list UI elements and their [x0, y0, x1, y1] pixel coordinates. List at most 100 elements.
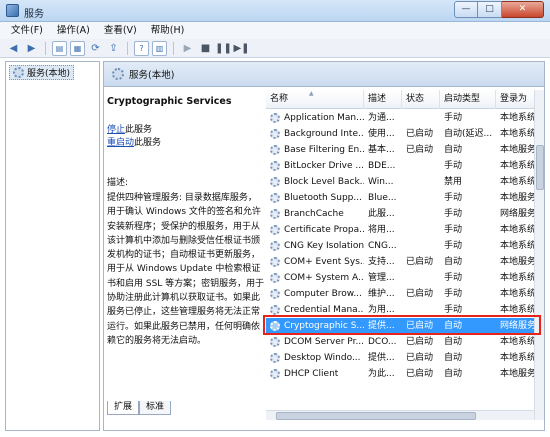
- stop-service-link[interactable]: 停止: [107, 125, 125, 135]
- cell-status: 已启动: [406, 369, 434, 379]
- cell-logon: 本地服务: [500, 257, 535, 267]
- table-row[interactable]: Application Man... 为通... 手动 本地系统: [266, 110, 535, 126]
- cell-status: 已启动: [406, 353, 434, 363]
- close-button[interactable]: ✕: [502, 1, 544, 18]
- cell-description: BDE...: [368, 161, 396, 171]
- restart-service-link[interactable]: 重启动: [107, 138, 134, 148]
- tree-item-services-local[interactable]: 服务(本地): [9, 65, 75, 80]
- stop-service-row: 停止此服务: [107, 124, 265, 137]
- table-row[interactable]: Bluetooth Supp... Blue... 手动 本地服务: [266, 190, 535, 206]
- service-gear-icon: [270, 257, 280, 267]
- cell-logon: 本地系统: [500, 225, 535, 235]
- cell-logon: 本地系统: [500, 289, 535, 299]
- cell-logon: 本地系统: [500, 177, 535, 187]
- forward-arrow-icon[interactable]: ▶: [24, 41, 39, 56]
- cell-logon: 本地系统: [500, 353, 535, 363]
- cell-description: 维护...: [368, 289, 395, 299]
- cell-logon: 本地服务: [500, 369, 535, 379]
- column-header-name[interactable]: 名称: [266, 90, 364, 109]
- cell-name: DCOM Server Pr...: [284, 337, 364, 347]
- menu-file[interactable]: 文件(F): [4, 22, 50, 39]
- cell-startup-type: 手动: [444, 193, 463, 203]
- table-row[interactable]: CNG Key Isolation CNG... 手动 本地系统: [266, 238, 535, 254]
- service-gear-icon: [270, 145, 280, 155]
- table-row[interactable]: BitLocker Drive ... BDE... 手动 本地系统: [266, 158, 535, 174]
- pause-icon[interactable]: ❚❚: [215, 41, 232, 56]
- service-gear-icon: [270, 225, 280, 235]
- table-row[interactable]: COM+ Event Sys... 支持... 已启动 自动 本地服务: [266, 254, 535, 270]
- console-tree-icon[interactable]: ▤: [52, 40, 67, 56]
- menu-help[interactable]: 帮助(H): [144, 22, 192, 39]
- cell-status: [406, 206, 440, 222]
- menu-action[interactable]: 操作(A): [50, 22, 97, 39]
- tab-standard[interactable]: 标准: [139, 401, 172, 415]
- table-row[interactable]: Desktop Windo... 提供... 已启动 自动 本地系统: [266, 350, 535, 366]
- scrollbar-thumb[interactable]: [536, 145, 544, 190]
- table-row[interactable]: Base Filtering En... 基本... 已启动 自动 本地服务: [266, 142, 535, 158]
- table-row[interactable]: DCOM Server Pr... DCO... 已启动 自动 本地系统: [266, 334, 535, 350]
- toolbar-separator: [45, 41, 46, 55]
- column-header-logon[interactable]: 登录为: [496, 90, 535, 109]
- cell-startup-type: 手动: [444, 225, 463, 235]
- table-row[interactable]: Credential Mana... 为用... 手动 本地系统: [266, 302, 535, 318]
- cell-name: Certificate Propa...: [284, 225, 364, 235]
- help-icon[interactable]: ?: [134, 40, 149, 56]
- cell-logon: 网络服务: [500, 321, 535, 331]
- scrollbar-thumb[interactable]: [276, 412, 476, 420]
- start-icon[interactable]: ▶: [180, 41, 195, 56]
- table-row[interactable]: Certificate Propa... 将用... 手动 本地系统: [266, 222, 535, 238]
- maximize-button[interactable]: □: [478, 1, 502, 18]
- cell-name: Computer Brow...: [284, 289, 362, 299]
- cell-logon: 本地系统: [500, 273, 535, 283]
- toolbar-separator: [127, 41, 128, 55]
- services-pane: 服务(本地) Cryptographic Services 停止此服务 重启动此…: [103, 61, 545, 431]
- service-gear-icon: [270, 241, 280, 251]
- table-row[interactable]: Computer Brow... 维护... 已启动 手动 本地系统: [266, 286, 535, 302]
- cell-startup-type: 手动: [444, 161, 463, 171]
- back-arrow-icon[interactable]: ◀: [6, 41, 21, 56]
- table-row[interactable]: Block Level Back... Win... 禁用 本地系统: [266, 174, 535, 190]
- tree-item-label: 服务(本地): [27, 69, 71, 79]
- export-icon[interactable]: ⇪: [106, 41, 121, 56]
- service-gear-icon: [270, 209, 280, 219]
- cell-logon: 本地系统: [500, 337, 535, 347]
- table-row[interactable]: DHCP Client 为此... 已启动 自动 本地服务: [266, 366, 535, 382]
- panel-icon[interactable]: ▥: [152, 40, 167, 56]
- menu-view[interactable]: 查看(V): [97, 22, 144, 39]
- service-gear-icon: [270, 353, 280, 363]
- service-gear-icon: [270, 129, 280, 139]
- cell-status: 已启动: [406, 257, 434, 267]
- service-gear-icon: [270, 193, 280, 203]
- cell-status: 已启动: [406, 337, 434, 347]
- refresh-icon[interactable]: ⟳: [88, 41, 103, 56]
- table-row[interactable]: Cryptographic S... 提供... 已启动 自动 网络服务: [266, 318, 535, 334]
- description-text: 提供四种管理服务: 目录数据库服务，用于确认 Windows 文件的签名和允许安…: [107, 193, 265, 346]
- stop-icon[interactable]: ■: [198, 41, 213, 56]
- properties-icon[interactable]: ▦: [70, 40, 85, 56]
- vertical-scrollbar[interactable]: [534, 90, 544, 420]
- table-row[interactable]: BranchCache 此服... 手动 网络服务: [266, 206, 535, 222]
- minimize-button[interactable]: —: [454, 1, 478, 18]
- cell-startup-type: 自动: [444, 321, 463, 331]
- services-list: 名称 ▲ 描述 状态 启动类型 登录为 Application Man... 为通…: [266, 90, 545, 410]
- restart-icon[interactable]: ▶❚: [233, 41, 249, 56]
- title-bar[interactable]: 服务 — □ ✕: [0, 0, 550, 22]
- cell-logon: 本地系统: [500, 161, 535, 171]
- restart-suffix: 此服务: [134, 138, 162, 148]
- table-row[interactable]: COM+ System A... 管理... 手动 本地系统: [266, 270, 535, 286]
- restart-service-row: 重启动此服务: [107, 137, 265, 150]
- horizontal-scrollbar[interactable]: [266, 410, 534, 420]
- table-row[interactable]: Background Inte... 使用... 已启动 自动(延迟... 本地系统: [266, 126, 535, 142]
- cell-status: [406, 270, 440, 286]
- column-header-description[interactable]: 描述: [364, 90, 402, 109]
- cell-description: 支持...: [368, 257, 395, 267]
- column-header-status[interactable]: 状态: [402, 90, 440, 109]
- tab-extended[interactable]: 扩展: [107, 401, 140, 415]
- column-header-startup-type[interactable]: 启动类型: [440, 90, 496, 109]
- cell-description: 使用...: [368, 129, 395, 139]
- cell-description: 提供...: [368, 321, 395, 331]
- cell-startup-type: 自动(延迟...: [444, 129, 493, 139]
- cell-startup-type: 手动: [444, 113, 463, 123]
- service-gear-icon: [270, 305, 280, 315]
- cell-name: DHCP Client: [284, 369, 339, 379]
